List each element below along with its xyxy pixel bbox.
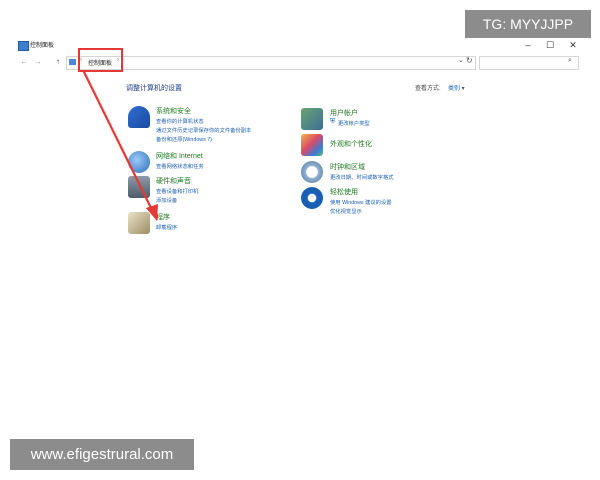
forward-arrow-icon[interactable]: → — [32, 56, 44, 68]
link-windows-suggested-settings[interactable]: 使用 Windows 建议的设置 — [330, 198, 392, 206]
ease-of-access-icon — [301, 187, 323, 209]
watermark-website: www.efigestrural.com — [10, 439, 194, 470]
link-add-device[interactable]: 添加设备 — [156, 196, 177, 204]
category-title-hardware-sound[interactable]: 硬件和声音 — [156, 176, 191, 186]
view-by-dropdown[interactable]: 类别 ▾ — [448, 83, 465, 92]
link-change-date-time[interactable]: 更改日期、时间或数字格式 — [330, 173, 394, 181]
link-file-history-backup[interactable]: 通过文件历史记录保存你的文件备份副本 — [156, 126, 251, 134]
chevron-down-icon[interactable]: ⌄ — [458, 56, 464, 64]
maximize-button[interactable]: ☐ — [540, 38, 560, 52]
category-title-programs[interactable]: 程序 — [156, 212, 170, 222]
search-icon[interactable]: ⌕ — [568, 57, 572, 65]
link-network-status[interactable]: 查看网络状态和任务 — [156, 162, 204, 170]
back-arrow-icon[interactable]: ← — [18, 56, 30, 68]
shield-flag-icon — [128, 106, 150, 128]
category-title-user-accounts[interactable]: 用户帐户 — [330, 108, 358, 118]
link-backup-restore[interactable]: 备份和还原(Windows 7) — [156, 135, 212, 143]
category-title-network-internet[interactable]: 网络和 Internet — [156, 151, 203, 161]
close-button[interactable]: ✕ — [563, 38, 583, 52]
category-title-clock-region[interactable]: 时钟和区域 — [330, 162, 365, 172]
link-uninstall-program[interactable]: 卸载程序 — [156, 223, 177, 231]
window-title: 控制面板 — [30, 43, 55, 49]
address-bar[interactable] — [66, 56, 476, 70]
users-icon — [301, 108, 323, 130]
category-title-appearance[interactable]: 外观和个性化 — [330, 139, 372, 149]
category-title-system-security[interactable]: 系统和安全 — [156, 106, 191, 116]
page-title: 调整计算机的设置 — [126, 85, 182, 92]
minimize-button[interactable]: – — [518, 38, 538, 52]
control-panel-small-icon — [69, 59, 76, 65]
network-globe-icon — [128, 151, 150, 173]
search-input[interactable] — [479, 56, 579, 70]
printer-speaker-icon — [128, 176, 150, 198]
highlight-rectangle — [78, 48, 123, 72]
view-by-label: 查看方式: — [415, 86, 441, 92]
annotation-arrow — [82, 70, 158, 221]
up-arrow-icon[interactable]: ↑ — [52, 56, 64, 68]
uac-shield-icon: ⛨ — [330, 118, 336, 125]
control-panel-icon — [18, 41, 29, 51]
category-title-ease-of-access[interactable]: 轻松使用 — [330, 187, 358, 197]
clock-globe-icon — [301, 161, 323, 183]
link-change-account-type[interactable]: 更改帐户类型 — [338, 119, 370, 127]
refresh-icon[interactable]: ↻ — [466, 56, 473, 65]
link-optimize-visual-display[interactable]: 优化视觉显示 — [330, 207, 362, 215]
programs-box-icon — [128, 212, 150, 234]
link-view-computer-status[interactable]: 查看你的计算机状态 — [156, 117, 204, 125]
link-devices-printers[interactable]: 查看设备和打印机 — [156, 187, 198, 195]
appearance-monitor-icon — [301, 134, 323, 156]
watermark-telegram: TG: MYYJJPP — [465, 10, 591, 38]
